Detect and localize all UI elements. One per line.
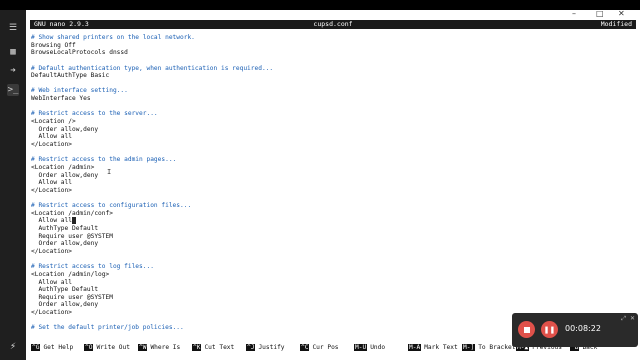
shortcut-label: Write Out xyxy=(96,344,130,351)
shortcut-label: Cur Pos xyxy=(312,344,339,351)
code-line: Order allow,deny xyxy=(31,301,99,309)
comment-line: # Restrict access to configuration files… xyxy=(31,202,192,210)
shortcut-cur-pos[interactable]: ^C Cur Pos xyxy=(300,344,339,351)
modified-status: Modified xyxy=(600,20,632,28)
maximize-button[interactable]: □ xyxy=(596,9,604,18)
shortcut-to-bracket[interactable]: M-] To Bracket xyxy=(462,344,515,351)
shortcut-label: Justify xyxy=(258,344,285,351)
stop-record-button[interactable] xyxy=(518,321,535,338)
hamburger-icon[interactable]: ☰ xyxy=(7,22,19,34)
stop-icon xyxy=(523,326,530,333)
close-button[interactable]: ✕ xyxy=(618,9,625,18)
shortcut-key: ^W xyxy=(138,344,148,351)
code-line: Order allow,deny xyxy=(31,125,99,133)
shortcut-key: ^J xyxy=(246,344,256,351)
nano-header: GNU nano 2.9.3 cupsd.conf Modified xyxy=(30,20,636,29)
shortcut-key: M-A xyxy=(408,344,422,351)
arrow-icon[interactable]: ➜ xyxy=(7,65,19,77)
code-line: Allow all xyxy=(31,217,631,225)
terminal-window: – □ ✕ GNU nano 2.9.3 cupsd.conf Modified… xyxy=(26,9,640,360)
comment-line: # Default authentication type, when auth… xyxy=(31,64,274,72)
lightning-icon[interactable]: ⚡ xyxy=(7,340,19,352)
pause-record-button[interactable]: ❚❚ xyxy=(541,321,558,338)
shortcut-get-help[interactable]: ^G Get Help xyxy=(31,344,73,351)
shortcut-key: M-] xyxy=(462,344,476,351)
editor-area[interactable]: # Show shared printers on the local netw… xyxy=(31,34,631,332)
comment-line: # Restrict access to the admin pages... xyxy=(31,156,177,164)
top-strip xyxy=(0,0,640,10)
code-line: Allow all xyxy=(31,133,72,141)
comment-line: # Restrict access to the server... xyxy=(31,110,158,118)
code-line: Allow all xyxy=(31,179,72,187)
shortcut-label: Get Help xyxy=(43,344,74,351)
shortcut-label: Mark Text xyxy=(424,344,458,351)
shortcut-label: Cut Text xyxy=(204,344,235,351)
shortcut-key: M-U xyxy=(354,344,368,351)
comment-line: # Show shared printers on the local netw… xyxy=(31,34,195,41)
shortcut-mark-text[interactable]: M-A Mark Text xyxy=(408,344,458,351)
shortcut-key: ^O xyxy=(84,344,94,351)
code-line: </Location> xyxy=(31,247,72,255)
code-line: Browsing Off xyxy=(31,41,76,49)
minimize-button[interactable]: – xyxy=(572,9,576,18)
shortcut-undo[interactable]: M-U Undo xyxy=(354,344,385,351)
code-line: WebInterface Yes xyxy=(31,95,91,103)
comment-line: # Web interface setting... xyxy=(31,87,128,95)
recording-timer: 00:08:22 xyxy=(565,324,601,333)
code-line: AuthType Default xyxy=(31,225,99,233)
sidebar: ☰ ▦ ➜ >_ ⚡ xyxy=(0,10,26,360)
code-line: Order allow,deny xyxy=(31,171,99,179)
comment-line: # Restrict access to log files... xyxy=(31,263,154,271)
close-recorder-icon[interactable]: ✕ xyxy=(630,315,635,322)
shortcut-key: ^G xyxy=(31,344,41,351)
shortcut-cut-text[interactable]: ^K Cut Text xyxy=(192,344,234,351)
shortcut-label: To Bracket xyxy=(478,344,516,351)
code-line: BrowseLocalProtocols dnssd xyxy=(31,49,128,57)
code-line: DefaultAuthType Basic xyxy=(31,72,110,80)
code-line: </Location> xyxy=(31,140,72,148)
expand-icon[interactable]: ⤢ xyxy=(621,315,626,323)
shortcut-key: ^C xyxy=(300,344,310,351)
code-line: <Location /admin/log> xyxy=(31,270,110,278)
shortcut-key: ^K xyxy=(192,344,202,351)
terminal-icon[interactable]: >_ xyxy=(7,84,19,96)
file-name: cupsd.conf xyxy=(313,20,353,28)
ibeam-cursor-icon: I xyxy=(107,168,112,176)
window-titlebar: – □ ✕ xyxy=(26,9,640,20)
pause-icon: ❚❚ xyxy=(543,325,556,334)
grid-icon[interactable]: ▦ xyxy=(7,46,19,58)
code-line: Order allow,deny xyxy=(31,240,99,248)
code-line: Require user @SYSTEM xyxy=(31,293,113,301)
code-line: Allow all xyxy=(31,278,72,286)
code-line: <Location /admin/conf> xyxy=(31,209,113,217)
code-line: <Location /admin> xyxy=(31,163,95,171)
code-line: <Location /> xyxy=(31,118,76,126)
shortcut-justify[interactable]: ^J Justify xyxy=(246,344,285,351)
shortcut-label: Undo xyxy=(370,344,386,351)
screen-recorder-widget: ⤢ ✕ ❚❚ 00:08:22 xyxy=(512,313,638,347)
code-line: Require user @SYSTEM xyxy=(31,232,113,240)
code-line: AuthType Default xyxy=(31,286,99,294)
shortcut-where-is[interactable]: ^W Where Is xyxy=(138,344,180,351)
shortcut-label: Where Is xyxy=(150,344,181,351)
shortcut-write-out[interactable]: ^O Write Out xyxy=(84,344,130,351)
code-line: </Location> xyxy=(31,186,72,194)
text-cursor xyxy=(71,217,76,225)
